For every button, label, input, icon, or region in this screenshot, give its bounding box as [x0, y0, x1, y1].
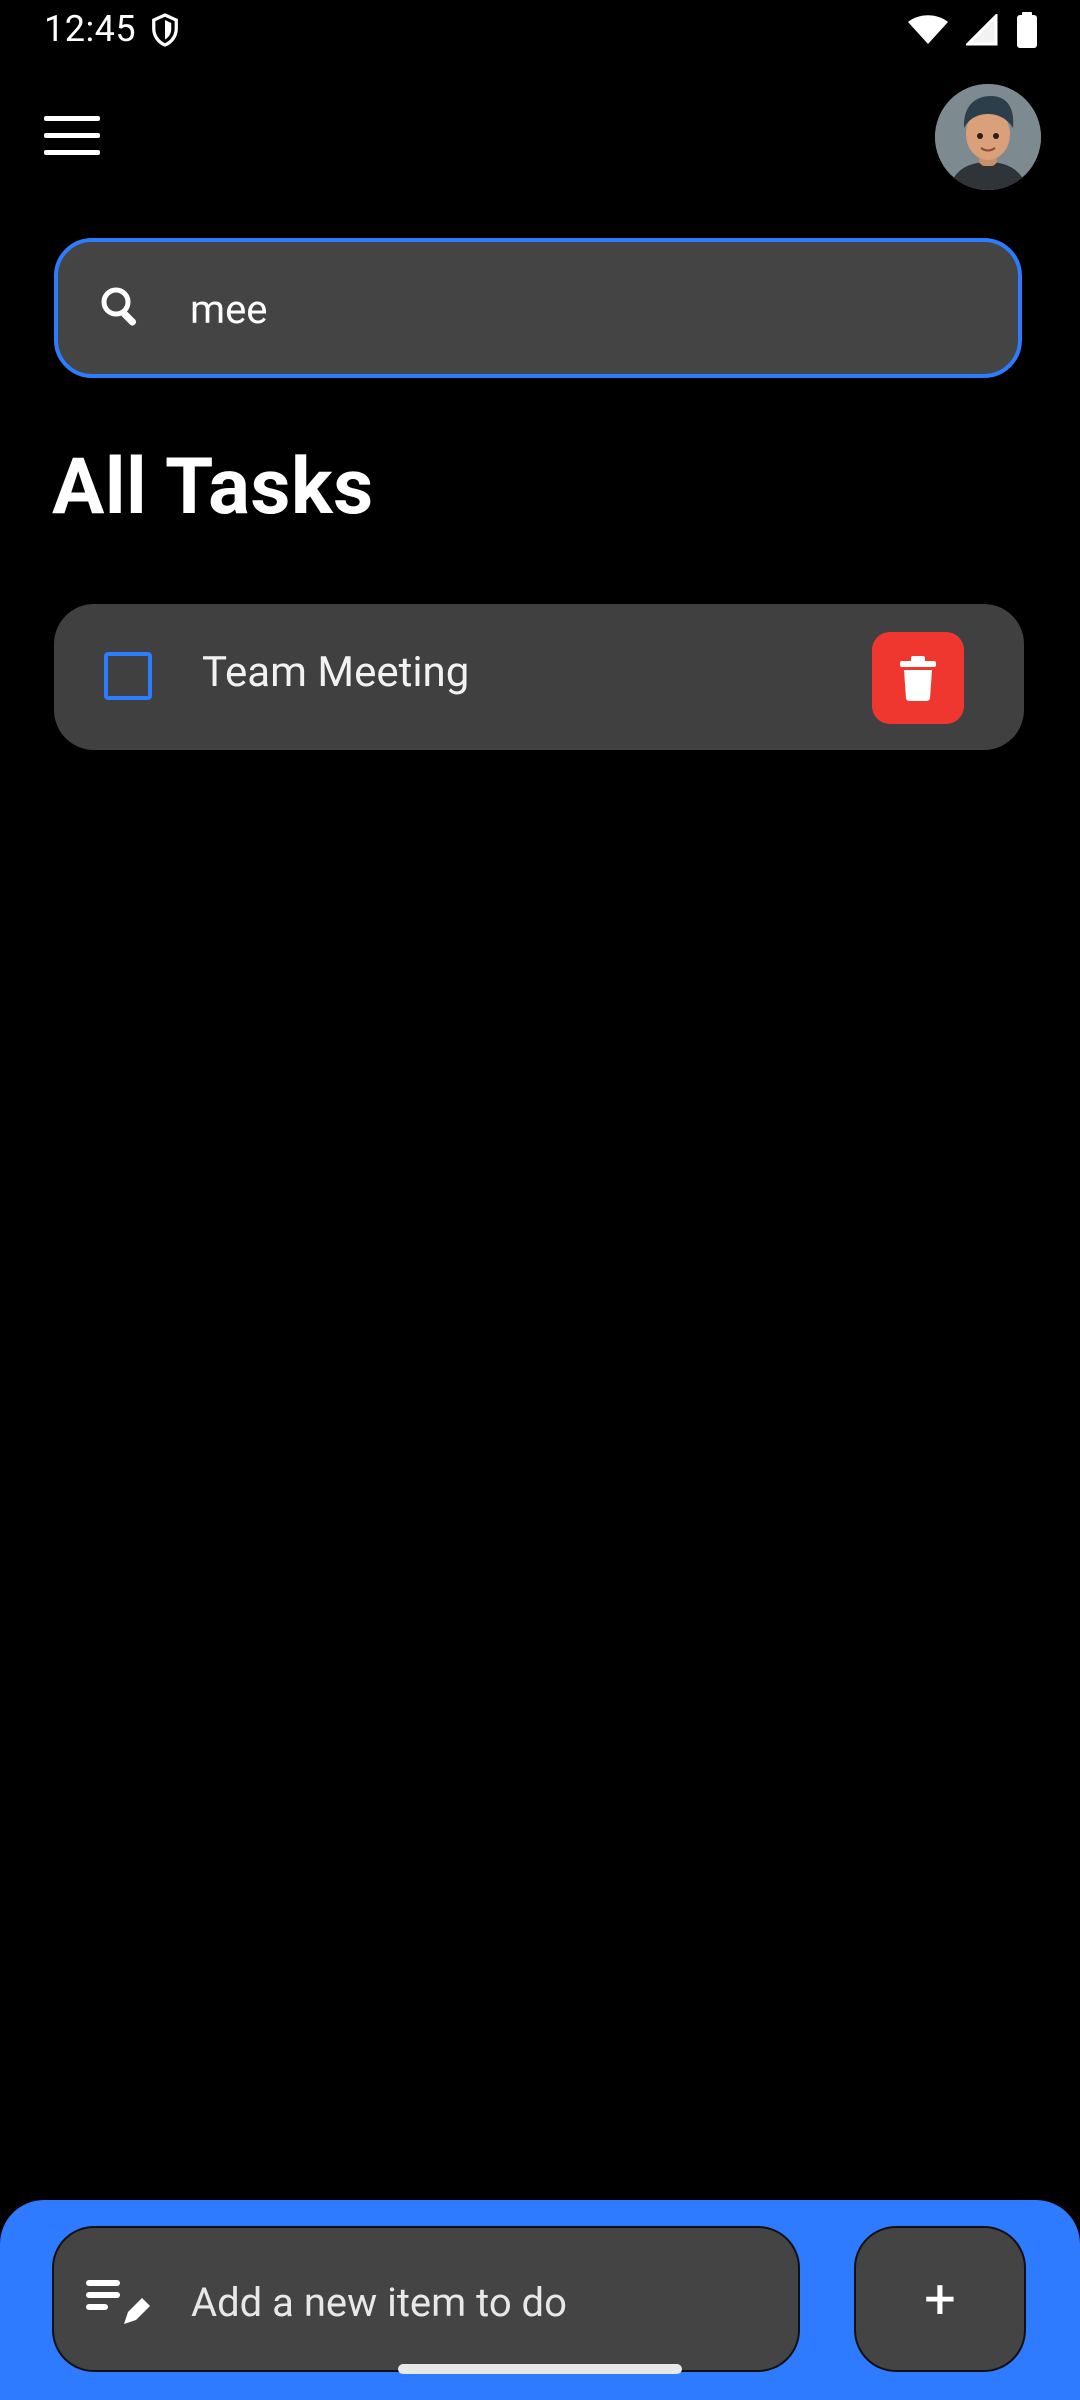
- menu-button[interactable]: [40, 112, 104, 160]
- profile-avatar[interactable]: [935, 84, 1041, 190]
- edit-note-icon: [86, 2280, 150, 2324]
- task-card[interactable]: Team Meeting: [54, 604, 1024, 750]
- shield-icon: [152, 13, 178, 47]
- menu-icon: [44, 116, 100, 155]
- search-icon: [101, 287, 137, 326]
- task-label: Team Meeting: [202, 648, 470, 697]
- add-item-button[interactable]: +: [854, 2226, 1026, 2372]
- page-title: All Tasks: [52, 442, 374, 533]
- battery-icon: [1017, 12, 1037, 48]
- task-checkbox[interactable]: [104, 652, 152, 700]
- status-time: 12:45: [44, 8, 137, 50]
- wifi-icon: [908, 15, 948, 44]
- status-bar: 12:45: [0, 0, 1080, 64]
- home-indicator: [398, 2364, 682, 2374]
- delete-task-button[interactable]: [872, 632, 964, 724]
- avatar-illustration: [935, 84, 1041, 190]
- add-button-label: +: [924, 2266, 956, 2332]
- trash-icon: [900, 656, 936, 701]
- signal-icon: [966, 14, 998, 46]
- search-bar[interactable]: [54, 238, 1022, 378]
- add-item-input[interactable]: [189, 2256, 773, 2348]
- search-input[interactable]: [188, 262, 972, 356]
- add-item-field[interactable]: [52, 2226, 800, 2372]
- status-icons: [908, 12, 1038, 48]
